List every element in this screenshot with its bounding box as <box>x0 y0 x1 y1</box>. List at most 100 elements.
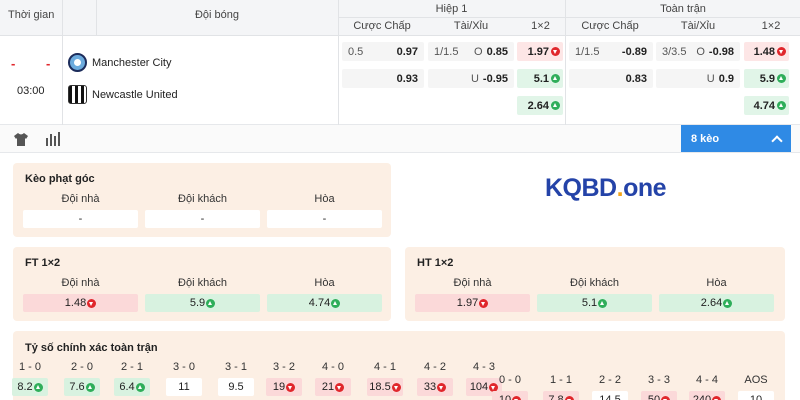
odds-value: -0.98 <box>708 45 734 58</box>
exact-score-odds[interactable]: 10 <box>492 391 528 400</box>
exact-score-odds[interactable]: 6.4 <box>114 378 150 396</box>
exact-score-odds[interactable]: 14.5 <box>592 391 628 400</box>
ht-draw-odds[interactable]: 2.64 <box>659 294 774 312</box>
trend-up-icon <box>723 298 733 308</box>
full-overunder-under[interactable]: U 0.9 <box>656 69 740 88</box>
odds-value: 0.85 <box>486 45 508 58</box>
corner-draw-odds[interactable]: - <box>267 210 382 228</box>
exact-score-odds[interactable]: 21 <box>315 378 351 396</box>
ht-away-label: Đội khách <box>570 277 619 289</box>
over-label: O <box>474 45 483 58</box>
ft-away-odds[interactable]: 5.9 <box>145 294 260 312</box>
exact-score-label: 4 - 0 <box>321 361 344 373</box>
trend-up-icon <box>777 101 786 110</box>
trend-down-icon <box>286 382 296 392</box>
exact-score-odds[interactable]: 11 <box>166 378 202 396</box>
divider <box>62 36 63 125</box>
team-away[interactable]: Newcastle United <box>68 85 178 104</box>
exact-score-odds[interactable]: 9.5 <box>218 378 254 396</box>
half-1x2-home[interactable]: 1.97 <box>517 42 563 61</box>
divider <box>338 17 800 18</box>
odds-value: 21 <box>321 381 335 393</box>
exact-score-odds[interactable]: 8.2 <box>12 378 48 396</box>
divider <box>338 36 339 125</box>
exact-score-odds[interactable]: 10 <box>738 391 774 400</box>
half-overunder-under[interactable]: U -0.95 <box>428 69 514 88</box>
exact-score-odds[interactable]: 240 <box>689 391 725 400</box>
odds-value: 10 <box>749 394 763 400</box>
trend-down-icon <box>712 395 722 400</box>
team-home[interactable]: Manchester City <box>68 53 171 72</box>
ht-away-odds[interactable]: 5.1 <box>537 294 652 312</box>
odds-value: 240 <box>692 394 712 400</box>
odds-value: 8.2 <box>17 381 33 393</box>
odds-value: 10 <box>498 394 512 400</box>
trend-up-icon <box>598 298 608 308</box>
trend-down-icon <box>564 395 574 400</box>
odds-value: 2.64 <box>700 297 723 309</box>
trend-down-icon <box>437 382 447 392</box>
trend-down-icon <box>335 382 345 392</box>
exact-score-label: 4 - 2 <box>423 361 446 373</box>
ht-draw-label: Hòa <box>706 277 727 289</box>
header-full-overunder: Tài/Xỉu <box>680 20 716 32</box>
trend-down-icon <box>391 382 401 392</box>
exact-score-odds[interactable]: 50 <box>641 391 677 400</box>
odds-value: 7.8 <box>548 394 564 400</box>
corner-odds-panel: Kèo phạt góc Đội nhà Đội khách Hòa - - - <box>13 163 391 237</box>
half-overunder-over[interactable]: 1/1.5 O 0.85 <box>428 42 514 61</box>
exact-score-label: 2 - 2 <box>598 374 621 386</box>
exact-score-odds[interactable]: 33 <box>417 378 453 396</box>
stats-icon[interactable] <box>44 131 60 147</box>
match-row[interactable]: - - 03:00 Manchester City Newcastle Unit… <box>0 36 800 125</box>
odds-value: 0.9 <box>718 72 734 85</box>
handicap-line: 0.5 <box>348 45 364 58</box>
shirt-icon[interactable] <box>13 131 29 147</box>
exact-score-label: 3 - 2 <box>272 361 295 373</box>
corner-odds-title: Kèo phạt góc <box>25 173 95 185</box>
exact-score-label: 3 - 3 <box>647 374 670 386</box>
half-handicap-away[interactable]: 0.93 <box>342 69 424 88</box>
score-away: - <box>46 56 51 71</box>
trend-up-icon <box>331 298 341 308</box>
odds-value: 0.83 <box>625 72 647 85</box>
corner-draw-label: Hòa <box>314 193 335 205</box>
corner-away-odds[interactable]: - <box>145 210 260 228</box>
kickoff-time: 03:00 <box>17 85 45 97</box>
ft-draw-odds[interactable]: 4.74 <box>267 294 382 312</box>
under-label: U <box>470 72 479 85</box>
odds-value: 1.97 <box>527 45 549 58</box>
corner-home-odds[interactable]: - <box>23 210 138 228</box>
full-1x2-away[interactable]: 5.9 <box>744 69 789 88</box>
full-handicap-home[interactable]: 1/1.5 -0.89 <box>569 42 653 61</box>
odds-value: 5.1 <box>533 72 549 85</box>
header-full: Toàn trận <box>660 2 706 15</box>
more-odds-toggle-button[interactable]: 8 kèo <box>681 125 791 152</box>
half-handicap-home[interactable]: 0.5 0.97 <box>342 42 424 61</box>
odds-value: 7.6 <box>69 381 85 393</box>
full-1x2-draw[interactable]: 4.74 <box>744 96 789 115</box>
full-1x2-home[interactable]: 1.48 <box>744 42 789 61</box>
exact-score-odds[interactable]: 19 <box>266 378 302 396</box>
overunder-line: 3/3.5 <box>662 45 687 58</box>
divider <box>565 36 566 125</box>
odds-value: 4.74 <box>308 297 331 309</box>
odds-value: 0.97 <box>396 45 418 58</box>
odds-value: 0.93 <box>396 72 418 85</box>
half-1x2-away[interactable]: 5.1 <box>517 69 563 88</box>
half-1x2-draw[interactable]: 2.64 <box>517 96 563 115</box>
ht-home-odds[interactable]: 1.97 <box>415 294 530 312</box>
odds-table-header: Thời gian Đội bóng Hiệp 1 Toàn trận Cược… <box>0 0 800 36</box>
exact-score-label: 4 - 3 <box>472 361 495 373</box>
exact-score-odds[interactable]: 7.6 <box>64 378 100 396</box>
exact-score-odds[interactable]: 7.8 <box>543 391 579 400</box>
exact-score-odds[interactable]: 18.5 <box>367 378 403 396</box>
trend-down-icon <box>661 395 671 400</box>
ht-home-label: Đội nhà <box>453 277 492 289</box>
ft-home-label: Đội nhà <box>61 277 100 289</box>
ft-home-odds[interactable]: 1.48 <box>23 294 138 312</box>
full-overunder-over[interactable]: 3/3.5 O -0.98 <box>656 42 740 61</box>
exact-score-label: 1 - 1 <box>549 374 572 386</box>
full-handicap-away[interactable]: 0.83 <box>569 69 653 88</box>
header-team: Đội bóng <box>194 9 240 21</box>
